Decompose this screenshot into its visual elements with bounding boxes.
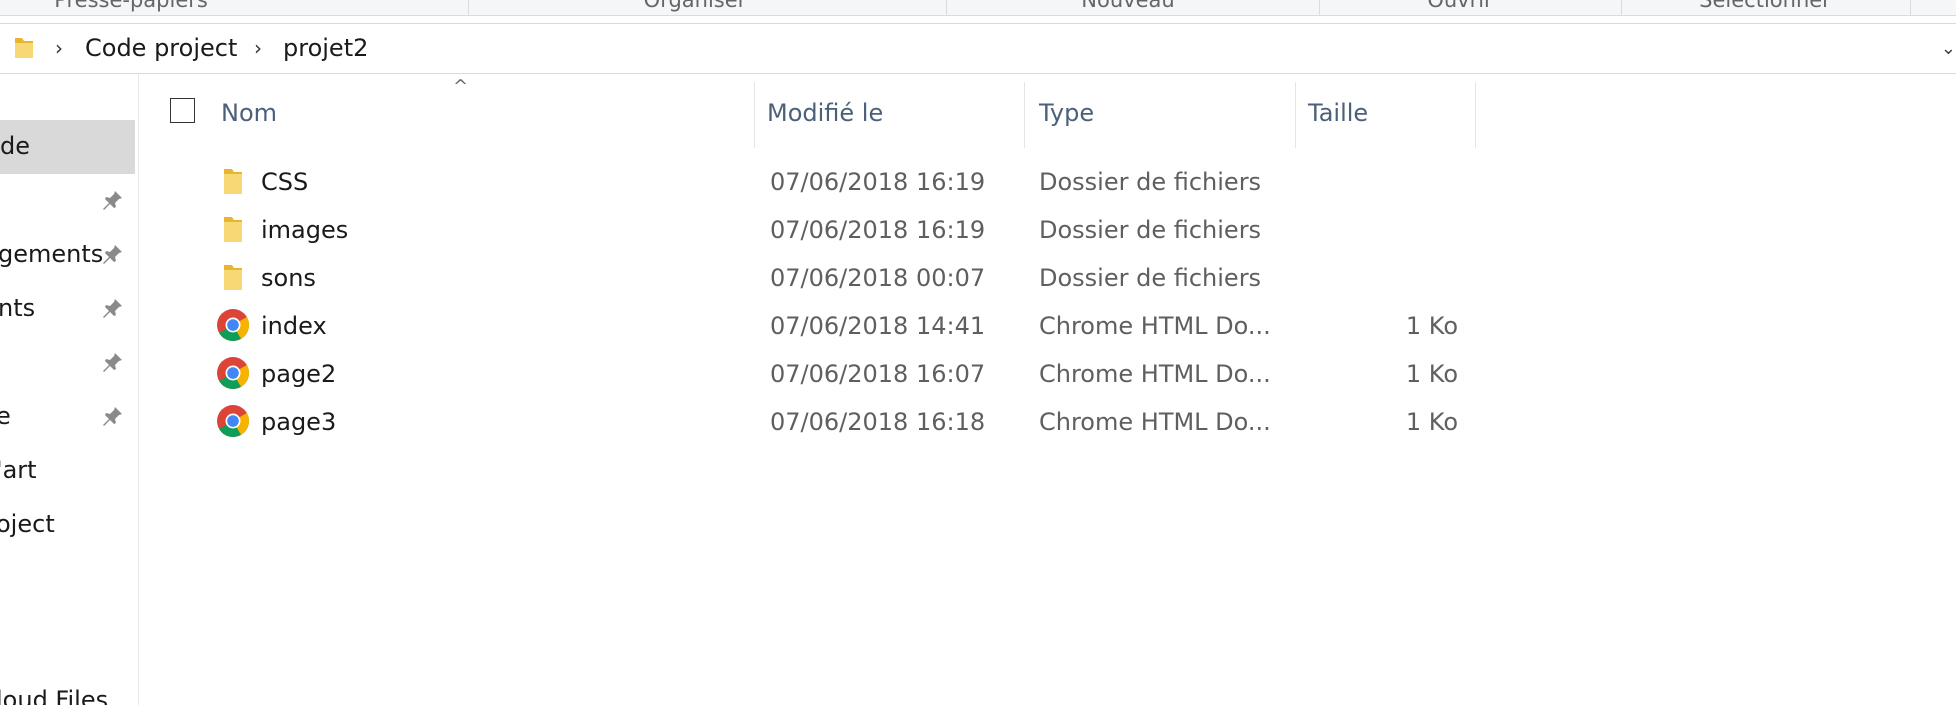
file-name: page3 <box>261 408 337 436</box>
file-name: index <box>261 312 327 340</box>
file-type: Chrome HTML Do... <box>1039 408 1271 436</box>
ribbon-separator <box>1910 0 1911 15</box>
file-row[interactable]: page2 07/06/2018 16:07 Chrome HTML Do...… <box>138 350 1478 398</box>
file-row[interactable]: index 07/06/2018 14:41 Chrome HTML Do...… <box>138 302 1478 350</box>
chrome-icon <box>217 405 250 438</box>
file-modified: 07/06/2018 00:07 <box>770 264 986 292</box>
breadcrumb-projet2[interactable]: projet2 <box>283 34 368 62</box>
file-modified: 07/06/2018 16:07 <box>770 360 986 388</box>
file-type: Dossier de fichiers <box>1039 264 1262 292</box>
file-type: Dossier de fichiers <box>1039 216 1262 244</box>
ribbon-group-new: Nouveau <box>1081 0 1175 12</box>
column-header-label: Type <box>1039 99 1095 127</box>
select-all-checkbox[interactable] <box>170 98 195 123</box>
pin-icon[interactable] <box>102 405 124 427</box>
nav-item-label: loud Files <box>0 686 109 705</box>
nav-item[interactable]: de <box>0 120 135 174</box>
nav-item[interactable]: e <box>0 390 135 444</box>
nav-item[interactable] <box>0 336 135 390</box>
chevron-right-icon[interactable]: › <box>254 37 262 59</box>
nav-item[interactable]: oject <box>0 498 135 552</box>
chevron-right-icon[interactable]: › <box>55 37 63 59</box>
pin-icon[interactable] <box>102 189 124 211</box>
ribbon-group-labels: Presse-papiers Organiser Nouveau Ouvrir … <box>0 0 1956 16</box>
nav-item[interactable]: nts <box>0 282 135 336</box>
address-bar[interactable]: › Code project › projet2 ⌄ <box>0 23 1956 74</box>
ribbon-group-organize: Organiser <box>643 0 747 12</box>
file-name: page2 <box>261 360 337 388</box>
folder-icon <box>224 217 242 242</box>
file-modified: 07/06/2018 16:19 <box>770 168 986 196</box>
column-header-label: Nom <box>221 99 278 127</box>
nav-item[interactable]: 'art <box>0 444 135 498</box>
ribbon-group-clipboard: Presse-papiers <box>54 0 208 12</box>
folder-icon <box>224 169 242 194</box>
nav-item-label: 'art <box>0 456 37 484</box>
file-type: Chrome HTML Do... <box>1039 312 1271 340</box>
column-header-label: Taille <box>1308 99 1369 127</box>
file-modified: 07/06/2018 14:41 <box>770 312 986 340</box>
file-modified: 07/06/2018 16:18 <box>770 408 986 436</box>
chrome-icon <box>217 357 250 390</box>
nav-item[interactable] <box>0 174 135 228</box>
file-size: 1 Ko <box>1405 360 1458 388</box>
ribbon-separator <box>946 0 947 15</box>
ribbon-separator <box>1319 0 1320 15</box>
column-divider[interactable] <box>1475 82 1476 148</box>
pin-icon[interactable] <box>102 351 124 373</box>
column-header-row: Nom Modifié le Type Taille <box>138 82 1478 148</box>
chevron-down-icon[interactable]: ⌄ <box>1941 38 1956 59</box>
column-header-name[interactable]: Nom <box>213 82 753 148</box>
nav-item-label: nts <box>0 294 36 322</box>
column-header-size[interactable]: Taille <box>1296 82 1474 148</box>
file-name: sons <box>261 264 316 292</box>
column-header-type[interactable]: Type <box>1025 82 1293 148</box>
nav-item-label: gements <box>0 240 104 268</box>
file-name: images <box>261 216 349 244</box>
nav-item-label: de <box>0 132 30 160</box>
folder-icon <box>224 265 242 290</box>
folder-icon <box>15 38 33 58</box>
file-size: 1 Ko <box>1405 312 1458 340</box>
column-header-label: Modifié le <box>767 99 884 127</box>
column-header-modified[interactable]: Modifié le <box>755 82 1023 148</box>
file-name: CSS <box>261 168 309 196</box>
file-row[interactable]: images 07/06/2018 16:19 Dossier de fichi… <box>138 206 1478 254</box>
ribbon-group-open: Ouvrir <box>1427 0 1493 12</box>
ribbon-separator <box>1621 0 1622 15</box>
file-size: 1 Ko <box>1405 408 1458 436</box>
nav-item[interactable]: gements <box>0 228 135 282</box>
chrome-icon <box>217 309 250 342</box>
file-type: Dossier de fichiers <box>1039 168 1262 196</box>
file-row[interactable]: sons 07/06/2018 00:07 Dossier de fichier… <box>138 254 1478 302</box>
pin-icon[interactable] <box>102 243 124 265</box>
file-row[interactable]: page3 07/06/2018 16:18 Chrome HTML Do...… <box>138 398 1478 446</box>
pin-icon[interactable] <box>102 297 124 319</box>
file-row[interactable]: CSS 07/06/2018 16:19 Dossier de fichiers <box>138 158 1478 206</box>
breadcrumb-code-project[interactable]: Code project <box>85 34 237 62</box>
navigation-pane: de gements nts e 'art oject loud <box>0 74 139 705</box>
ribbon-separator <box>468 0 469 15</box>
nav-item-label: e <box>0 402 11 430</box>
nav-item-label: oject <box>0 510 55 538</box>
file-modified: 07/06/2018 16:19 <box>770 216 986 244</box>
nav-item[interactable]: loud Files <box>0 674 135 705</box>
ribbon-group-select: Sélectionner <box>1699 0 1831 12</box>
file-type: Chrome HTML Do... <box>1039 360 1271 388</box>
